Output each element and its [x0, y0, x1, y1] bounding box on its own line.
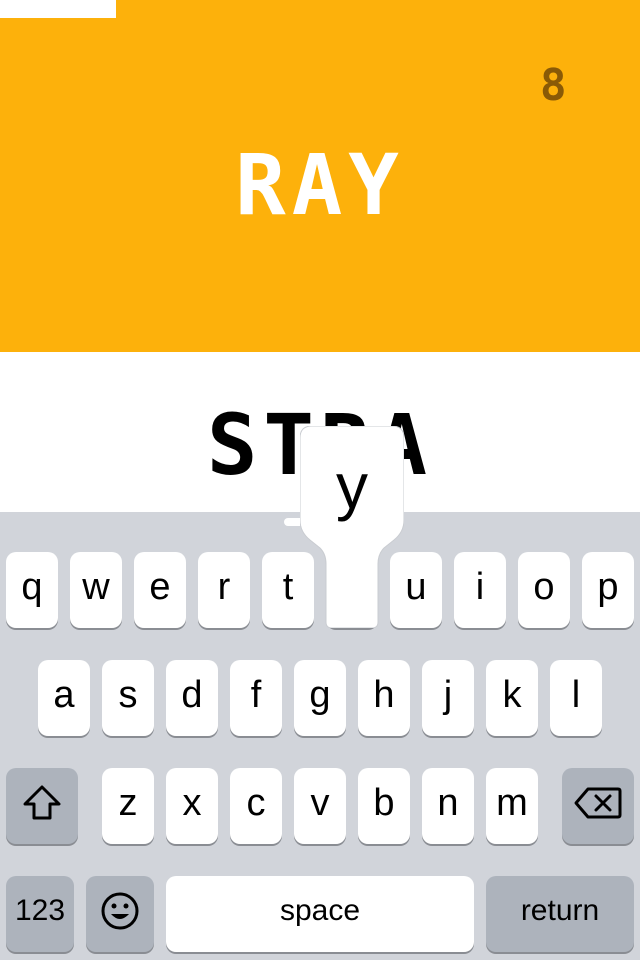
key-i[interactable]: i [454, 552, 506, 628]
target-panel: 8 RAY [0, 0, 640, 352]
key-b[interactable]: b [358, 768, 410, 844]
key-m[interactable]: m [486, 768, 538, 844]
shift-key[interactable] [6, 768, 78, 844]
space-key[interactable]: space [166, 876, 474, 952]
key-v[interactable]: v [294, 768, 346, 844]
delete-key[interactable] [562, 768, 634, 844]
return-key[interactable]: return [486, 876, 634, 952]
shift-icon [23, 785, 61, 820]
key-h[interactable]: h [358, 660, 410, 736]
key-x[interactable]: x [166, 768, 218, 844]
numbers-key[interactable]: 123 [6, 876, 74, 952]
key-s[interactable]: s [102, 660, 154, 736]
key-p[interactable]: p [582, 552, 634, 628]
popup-key-label: y [336, 450, 368, 522]
score-counter: 8 [540, 60, 567, 111]
key-k[interactable]: k [486, 660, 538, 736]
target-word: RAY [235, 136, 405, 234]
key-o[interactable]: o [518, 552, 570, 628]
key-a[interactable]: a [38, 660, 90, 736]
key-e[interactable]: e [134, 552, 186, 628]
key-z[interactable]: z [102, 768, 154, 844]
status-tab [0, 0, 116, 18]
key-n[interactable]: n [422, 768, 474, 844]
key-j[interactable]: j [422, 660, 474, 736]
key-q[interactable]: q [6, 552, 58, 628]
key-f[interactable]: f [230, 660, 282, 736]
key-l[interactable]: l [550, 660, 602, 736]
key-r[interactable]: r [198, 552, 250, 628]
key-w[interactable]: w [70, 552, 122, 628]
backspace-icon [574, 787, 622, 819]
key-d[interactable]: d [166, 660, 218, 736]
key-c[interactable]: c [230, 768, 282, 844]
emoji-key[interactable] [86, 876, 154, 952]
key-g[interactable]: g [294, 660, 346, 736]
emoji-icon [101, 892, 139, 930]
